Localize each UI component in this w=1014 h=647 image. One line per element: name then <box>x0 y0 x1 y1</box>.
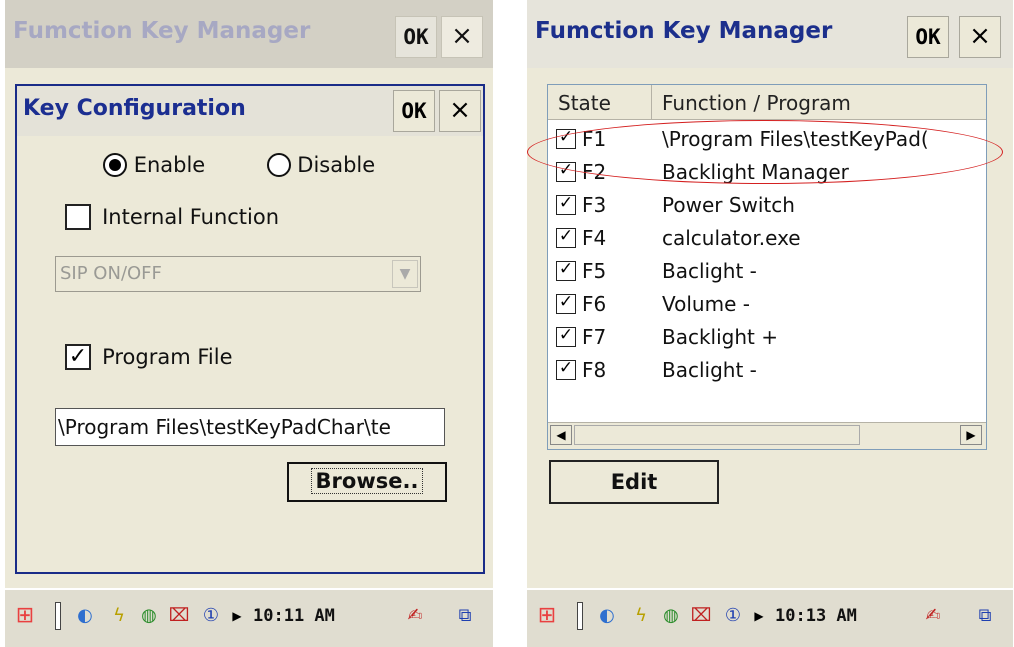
right-screen: Fumction Key Manager OK × State Function… <box>527 0 1013 647</box>
key-configuration-dialog: Key Configuration OK × Enable Disable In… <box>15 84 485 574</box>
enable-label: Enable <box>133 153 206 177</box>
dialog-close-button[interactable]: × <box>439 90 481 132</box>
list-item[interactable]: ✓ F5 Baclight - <box>556 255 976 289</box>
row-checkbox[interactable]: ✓ <box>556 360 576 380</box>
dialog-ok-button[interactable]: OK <box>393 90 435 132</box>
list-item[interactable]: ✓ F8 Baclight - <box>556 354 976 388</box>
window-title: Fumction Key Manager <box>13 18 311 44</box>
network-icon[interactable]: ◐ <box>71 602 99 630</box>
clock[interactable]: 10:11 AM <box>253 606 335 626</box>
disable-radio[interactable] <box>266 153 291 177</box>
row-function: Volume - <box>662 292 750 316</box>
column-header-function[interactable]: Function / Program <box>662 91 851 115</box>
horizontal-scrollbar[interactable]: ◀ ▶ <box>548 422 986 449</box>
internal-function-checkbox[interactable] <box>65 204 91 230</box>
row-key: F4 <box>582 226 607 250</box>
edit-button[interactable]: Edit <box>549 460 719 504</box>
expand-arrow-icon[interactable]: ▶ <box>745 602 773 630</box>
start-icon[interactable]: ⊞ <box>533 602 561 630</box>
scroll-thumb[interactable] <box>574 425 860 445</box>
keyboard-lock-icon[interactable]: ⌧ <box>687 602 715 630</box>
window-close-button[interactable]: × <box>441 16 483 58</box>
row-checkbox[interactable]: ✓ <box>556 327 576 347</box>
expand-arrow-icon[interactable]: ▶ <box>223 602 251 630</box>
highlight-ellipse <box>527 120 1003 184</box>
taskbar: ⊞ ◐ ϟ ◍ ⌧ ① ▶ 10:13 AM ✍ ⧉ <box>527 588 1013 647</box>
row-key: F7 <box>582 325 607 349</box>
scroll-left-icon[interactable]: ◀ <box>550 425 572 445</box>
program-path-input[interactable]: \Program Files\testKeyPadChar\te <box>55 408 445 446</box>
row-key: F8 <box>582 358 607 382</box>
column-divider <box>651 85 652 119</box>
dialog-title: Key Configuration <box>23 96 246 121</box>
clock[interactable]: 10:13 AM <box>775 606 857 626</box>
row-key: F5 <box>582 259 607 283</box>
keyboard-lock-icon[interactable]: ⌧ <box>165 602 193 630</box>
disable-label: Disable <box>297 153 376 177</box>
power-plug-icon[interactable]: ϟ <box>105 602 133 630</box>
program-file-checkbox[interactable]: ✓ <box>65 344 91 370</box>
row-checkbox[interactable]: ✓ <box>556 195 576 215</box>
globe-icon[interactable]: ◍ <box>135 602 163 630</box>
power-plug-icon[interactable]: ϟ <box>627 602 655 630</box>
page-one-icon[interactable]: ① <box>719 602 747 630</box>
start-icon[interactable]: ⊞ <box>11 602 39 630</box>
row-checkbox[interactable]: ✓ <box>556 228 576 248</box>
internal-function-label: Internal Function <box>102 205 280 229</box>
input-indicator[interactable] <box>577 602 583 630</box>
window-title: Fumction Key Manager <box>535 18 833 44</box>
globe-icon[interactable]: ◍ <box>657 602 685 630</box>
scroll-right-icon[interactable]: ▶ <box>960 425 982 445</box>
taskbar: ⊞ ◐ ϟ ◍ ⌧ ① ▶ 10:11 AM ✍ ⧉ <box>5 588 493 647</box>
enable-radio[interactable] <box>103 153 127 177</box>
internal-function-select[interactable]: SIP ON/OFF ▼ <box>55 256 421 292</box>
list-item[interactable]: ✓ F4 calculator.exe <box>556 222 976 256</box>
row-key: F3 <box>582 193 607 217</box>
browse-label: Browse.. <box>310 468 424 494</box>
input-indicator[interactable] <box>55 602 61 630</box>
row-key: F6 <box>582 292 607 316</box>
network-icon[interactable]: ◐ <box>593 602 621 630</box>
dialog-titlebar: Key Configuration OK × <box>17 86 483 136</box>
row-function: Baclight - <box>662 358 757 382</box>
enable-disable-group: Enable Disable <box>103 152 375 177</box>
chevron-down-icon[interactable]: ▼ <box>392 260 418 288</box>
list-item[interactable]: ✓ F7 Backlight + <box>556 321 976 355</box>
column-header-state[interactable]: State <box>558 91 611 115</box>
program-file-label: Program File <box>102 345 233 369</box>
left-screen: Fumction Key Manager OK × Key Configurat… <box>5 0 493 647</box>
window-titlebar: Fumction Key Manager OK × <box>527 0 1013 68</box>
window-ok-button[interactable]: OK <box>907 16 949 58</box>
select-value: SIP ON/OFF <box>60 263 162 284</box>
row-function: calculator.exe <box>662 226 801 250</box>
row-checkbox[interactable]: ✓ <box>556 294 576 314</box>
window-ok-button[interactable]: OK <box>395 16 437 58</box>
window-switch-icon[interactable]: ⧉ <box>451 602 479 630</box>
window-titlebar: Fumction Key Manager OK × <box>5 0 493 68</box>
program-file-row: ✓ Program File <box>65 344 233 370</box>
window-switch-icon[interactable]: ⧉ <box>971 602 999 630</box>
row-function: Backlight + <box>662 325 778 349</box>
row-checkbox[interactable]: ✓ <box>556 261 576 281</box>
row-function: Power Switch <box>662 193 795 217</box>
list-header: State Function / Program <box>548 85 986 120</box>
list-item[interactable]: ✓ F3 Power Switch <box>556 189 976 223</box>
page-one-icon[interactable]: ① <box>197 602 225 630</box>
row-function: Baclight - <box>662 259 757 283</box>
browse-button[interactable]: Browse.. <box>287 462 447 502</box>
list-item[interactable]: ✓ F6 Volume - <box>556 288 976 322</box>
window-close-button[interactable]: × <box>959 16 1001 58</box>
pen-input-icon[interactable]: ✍ <box>401 602 429 630</box>
internal-function-row: Internal Function <box>65 204 279 230</box>
pen-input-icon[interactable]: ✍ <box>919 602 947 630</box>
